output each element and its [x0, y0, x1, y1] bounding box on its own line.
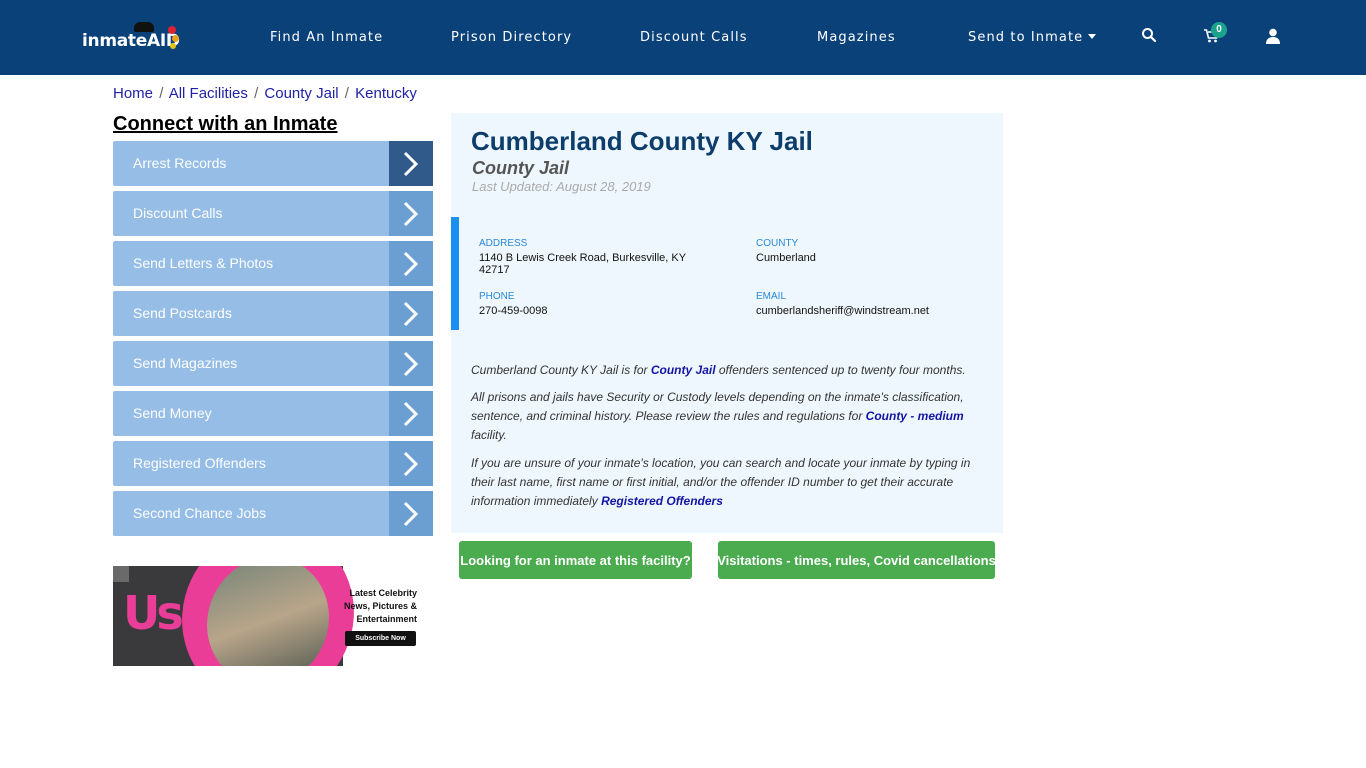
sidebar-item-arrest-records[interactable]: Arrest Records — [113, 141, 433, 186]
phone-label: PHONE — [479, 291, 515, 302]
sidebar-item-label: Send Postcards — [133, 305, 232, 321]
sidebar-item-registered-offenders[interactable]: Registered Offenders — [113, 441, 433, 486]
nav-discount-calls[interactable]: Discount Calls — [640, 30, 748, 45]
facility-title: Cumberland County KY Jail — [471, 126, 813, 156]
chevron-right-icon — [389, 141, 433, 186]
nav-send-to-inmate-label: Send to Inmate — [968, 30, 1084, 45]
ad-line: News, Pictures & — [343, 601, 417, 611]
facility-info-box: ADDRESS 1140 B Lewis Creek Road, Burkesv… — [451, 217, 1003, 330]
breadcrumb-separator: / — [159, 85, 164, 102]
breadcrumb-all-facilities[interactable]: All Facilities — [169, 85, 248, 102]
address-line: 1140 B Lewis Creek Road, Burkesville, KY — [479, 252, 687, 264]
nav-magazines[interactable]: Magazines — [817, 30, 896, 45]
logo-leaf-icon — [168, 26, 176, 34]
description-text: Cumberland County KY Jail is for — [471, 363, 651, 377]
breadcrumb-kentucky[interactable]: Kentucky — [355, 85, 417, 102]
county-label: COUNTY — [756, 238, 799, 249]
sidebar-item-label: Send Money — [133, 405, 212, 421]
user-icon[interactable] — [1266, 28, 1280, 49]
find-inmate-at-facility-button[interactable]: Looking for an inmate at this facility? — [459, 541, 692, 579]
address-line: 42717 — [479, 264, 510, 276]
sidebar-item-second-chance-jobs[interactable]: Second Chance Jobs — [113, 491, 433, 536]
chevron-right-icon — [389, 491, 433, 536]
logo-leaf-icon — [172, 35, 179, 42]
chevron-right-icon — [389, 291, 433, 336]
breadcrumb-separator: / — [254, 85, 259, 102]
breadcrumb-home[interactable]: Home — [113, 85, 153, 102]
nav-send-to-inmate[interactable]: Send to Inmate — [968, 30, 1097, 45]
security-level-link[interactable]: County - medium — [866, 409, 964, 423]
sidebar-item-send-postcards[interactable]: Send Postcards — [113, 291, 433, 336]
sidebar-item-label: Send Magazines — [133, 355, 238, 371]
sidebar-item-discount-calls[interactable]: Discount Calls — [113, 191, 433, 236]
description-paragraph: If you are unsure of your inmate's locat… — [471, 454, 981, 511]
chevron-right-icon — [389, 341, 433, 386]
phone-value: 270-459-0098 — [479, 305, 548, 317]
sidebar-item-label: Second Chance Jobs — [133, 505, 267, 521]
breadcrumb-county-jail[interactable]: County Jail — [264, 85, 338, 102]
registered-offenders-link[interactable]: Registered Offenders — [601, 494, 723, 508]
sidebar-menu: Arrest Records Discount Calls Send Lette… — [113, 141, 433, 541]
ad-brand-logo: Us — [123, 586, 184, 640]
inmateaid-logo[interactable]: inmateAID — [82, 22, 182, 54]
facility-card: Cumberland County KY Jail County Jail La… — [451, 113, 1003, 533]
address-label: ADDRESS — [479, 238, 528, 249]
ad-tagline: Latest Celebrity News, Pictures & Entert… — [344, 587, 417, 626]
facility-type: County Jail — [472, 158, 570, 178]
breadcrumb: Home / All Facilities / County Jail / Ke… — [113, 85, 417, 102]
description-text: offenders sentenced up to twenty four mo… — [715, 363, 966, 377]
sidebar-item-send-letters-photos[interactable]: Send Letters & Photos — [113, 241, 433, 286]
ad-subscribe-button[interactable]: Subscribe Now — [345, 631, 416, 646]
email-value: cumberlandsheriff@windstream.net — [756, 305, 929, 317]
last-updated: Last Updated: August 28, 2019 — [472, 179, 651, 194]
chevron-right-icon — [389, 191, 433, 236]
search-icon[interactable] — [1141, 27, 1157, 48]
county-value: Cumberland — [756, 252, 816, 264]
county-jail-link[interactable]: County Jail — [651, 363, 716, 377]
logo-leaf-icon — [170, 43, 176, 49]
ad-line: Latest Celebrity — [349, 588, 417, 598]
sidebar-item-label: Registered Offenders — [133, 455, 266, 471]
cart-count-badge: 0 — [1211, 22, 1227, 38]
ad-line: Entertainment — [356, 614, 417, 624]
description-paragraph: Cumberland County KY Jail is for County … — [471, 361, 981, 380]
nav-find-an-inmate[interactable]: Find An Inmate — [270, 30, 383, 45]
sidebar-item-label: Arrest Records — [133, 155, 227, 171]
address-value: 1140 B Lewis Creek Road, Burkesville, KY… — [479, 252, 686, 276]
logo-text: inmateAID — [82, 31, 180, 51]
nav-prison-directory[interactable]: Prison Directory — [451, 30, 572, 45]
description-paragraph: All prisons and jails have Security or C… — [471, 388, 981, 445]
ad-corner — [113, 566, 129, 582]
sidebar-item-send-money[interactable]: Send Money — [113, 391, 433, 436]
breadcrumb-separator: / — [344, 85, 349, 102]
us-weekly-ad-banner[interactable]: Us Latest Celebrity News, Pictures & Ent… — [113, 566, 433, 666]
visitation-info-button[interactable]: Visitations - times, rules, Covid cancel… — [717, 541, 996, 579]
sidebar-title: Connect with an Inmate — [113, 113, 338, 135]
chevron-right-icon — [389, 241, 433, 286]
description-text: facility. — [471, 428, 507, 442]
sidebar-item-send-magazines[interactable]: Send Magazines — [113, 341, 433, 386]
chevron-right-icon — [389, 441, 433, 486]
sidebar-item-label: Discount Calls — [133, 205, 223, 221]
sidebar-item-label: Send Letters & Photos — [133, 255, 274, 271]
chevron-right-icon — [389, 391, 433, 436]
caret-down-icon — [1088, 34, 1097, 39]
email-label: EMAIL — [756, 291, 787, 302]
top-navbar: inmateAID Find An Inmate Prison Director… — [0, 0, 1366, 75]
